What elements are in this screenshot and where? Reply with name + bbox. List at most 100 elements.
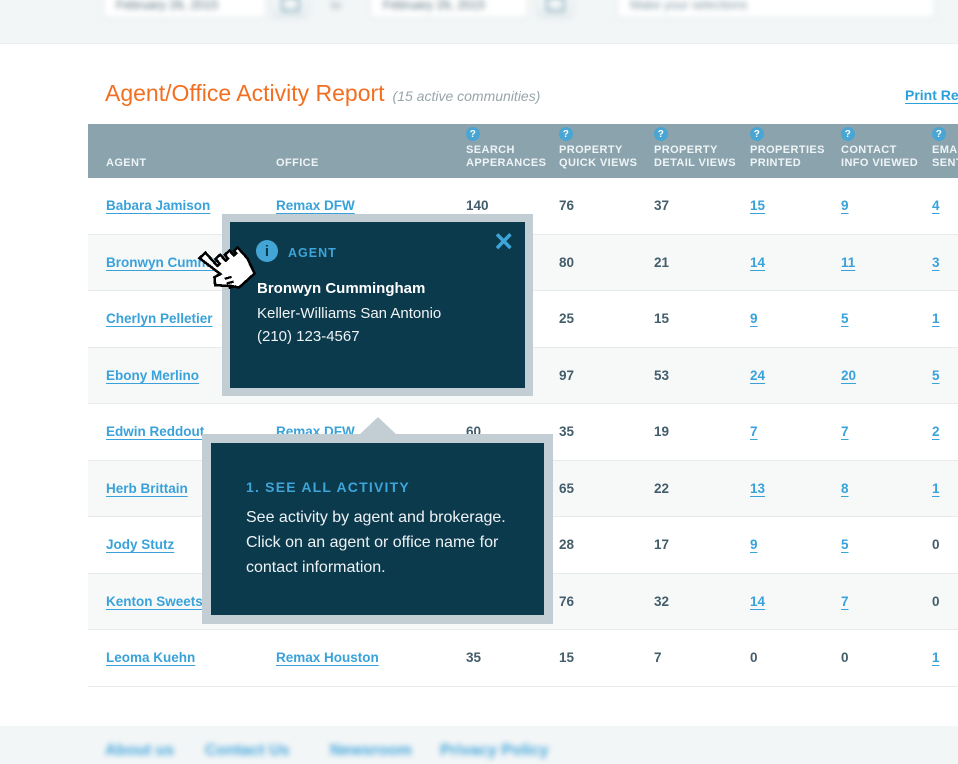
email-sent-link[interactable]: 2 (932, 424, 940, 439)
footer-link-privacy[interactable]: Privacy Policy (440, 742, 549, 760)
contact-viewed-link[interactable]: 5 (841, 537, 849, 552)
activity-report-page: February 26, 2015 to February 26, 2015 M… (0, 0, 958, 764)
agent-link[interactable]: Edwin Reddout (106, 424, 204, 439)
page-title: Agent/Office Activity Report(15 active c… (105, 80, 540, 107)
detail-views-value: 37 (654, 198, 669, 213)
contact-viewed-link[interactable]: 7 (841, 424, 849, 439)
date-filter-toolbar: February 26, 2015 to February 26, 2015 M… (0, 0, 958, 44)
quick-views-value: 76 (559, 594, 574, 609)
contact-viewed-link[interactable]: 5 (841, 311, 849, 326)
detail-views-value: 21 (654, 255, 669, 270)
footer-blur-group: About us Contact Us Newsroom Privacy Pol… (0, 726, 958, 764)
printed-link[interactable]: 14 (750, 594, 765, 609)
agent-link[interactable]: Herb Brittain (106, 481, 188, 496)
printed-link[interactable]: 13 (750, 481, 765, 496)
date-range-to-label: to (331, 0, 341, 12)
column-header-search-apperances: ?SEARCH APPERANCES (466, 124, 559, 178)
quick-views-value: 35 (559, 424, 574, 439)
footer-link-about[interactable]: About us (105, 742, 174, 760)
active-communities-subtitle: (15 active communities) (393, 88, 541, 104)
footer-link-contact[interactable]: Contact Us (205, 742, 289, 760)
table-row: Leoma Kuehn Remax Houston 35 15 7 0 0 1 (88, 630, 958, 687)
quick-views-value: 15 (559, 650, 574, 665)
search-apperances-value: 140 (466, 198, 489, 213)
close-icon[interactable]: × (494, 224, 513, 258)
contact-viewed-value: 0 (841, 650, 849, 665)
email-sent-value: 0 (932, 594, 940, 609)
detail-views-value: 32 (654, 594, 669, 609)
quick-views-value: 76 (559, 198, 574, 213)
contact-viewed-link[interactable]: 9 (841, 198, 849, 213)
agent-link[interactable]: Kenton Sweetser (106, 594, 216, 609)
help-icon[interactable]: ? (466, 127, 480, 141)
agent-link[interactable]: Leoma Kuehn (106, 650, 195, 665)
email-sent-link[interactable]: 5 (932, 368, 940, 383)
email-sent-link[interactable]: 1 (932, 481, 940, 496)
calendar-from-button[interactable] (272, 0, 308, 18)
print-report-link[interactable]: Print Report (905, 87, 958, 103)
tooltip-agent-phone: (210) 123-4567 (257, 328, 360, 345)
help-icon[interactable]: ? (841, 127, 855, 141)
agent-info-tooltip: i AGENT × Bronwyn Cummingham Keller-Will… (222, 214, 533, 396)
column-header-email-sent: ?EMAIL SENT (932, 124, 958, 178)
calendar-to-button[interactable] (537, 0, 573, 18)
detail-views-value: 53 (654, 368, 669, 383)
printed-link[interactable]: 15 (750, 198, 765, 213)
printed-link[interactable]: 9 (750, 537, 758, 552)
contact-viewed-link[interactable]: 11 (841, 255, 855, 270)
help-icon[interactable]: ? (654, 127, 668, 141)
printed-link[interactable]: 9 (750, 311, 758, 326)
agent-link[interactable]: Babara Jamison (106, 198, 210, 213)
quick-views-value: 65 (559, 481, 574, 496)
email-sent-link[interactable]: 3 (932, 255, 940, 270)
printed-link[interactable]: 7 (750, 424, 758, 439)
quick-views-value: 97 (559, 368, 574, 383)
column-header-office: OFFICE (276, 124, 466, 178)
detail-views-value: 19 (654, 424, 669, 439)
contact-viewed-link[interactable]: 8 (841, 481, 849, 496)
office-link[interactable]: Remax Houston (276, 650, 379, 665)
tooltip-arrow-up (359, 417, 397, 435)
footer-link-newsroom[interactable]: Newsroom (330, 742, 412, 760)
page-footer: About us Contact Us Newsroom Privacy Pol… (0, 726, 958, 764)
info-icon: i (256, 240, 278, 262)
table-header-row: AGENT OFFICE ?SEARCH APPERANCES ?PROPERT… (88, 124, 958, 178)
office-link[interactable]: Remax DFW (276, 198, 355, 213)
email-sent-link[interactable]: 1 (932, 650, 940, 665)
date-to-input[interactable]: February 26, 2015 (370, 0, 528, 18)
toolbar-blur-group: February 26, 2015 to February 26, 2015 M… (0, 0, 958, 43)
help-icon[interactable]: ? (932, 127, 946, 141)
hand-cursor-icon (197, 243, 253, 301)
agent-link[interactable]: Cherlyn Pelletier (106, 311, 213, 326)
column-header-agent: AGENT (88, 124, 276, 178)
detail-views-value: 17 (654, 537, 669, 552)
tooltip-agent-office: Keller-Williams San Antonio (257, 305, 441, 322)
quick-views-value: 28 (559, 537, 574, 552)
printed-link[interactable]: 24 (750, 368, 765, 383)
tooltip-text: See activity by agent and brokerage. Cli… (246, 505, 526, 580)
detail-views-value: 15 (654, 311, 669, 326)
selections-input[interactable]: Make your selections (617, 0, 935, 18)
see-all-activity-tooltip: 1. SEE ALL ACTIVITY See activity by agen… (202, 434, 553, 624)
date-from-input[interactable]: February 26, 2015 (103, 0, 266, 18)
email-sent-link[interactable]: 1 (932, 311, 940, 326)
printed-value: 0 (750, 650, 758, 665)
column-header-properties-printed: ?PROPERTIES PRINTED (750, 124, 841, 178)
column-header-contact-info-viewed: ?CONTACT INFO VIEWED (841, 124, 932, 178)
email-sent-link[interactable]: 4 (932, 198, 940, 213)
contact-viewed-link[interactable]: 7 (841, 594, 849, 609)
help-icon[interactable]: ? (750, 127, 764, 141)
agent-info-tooltip-body: i AGENT × Bronwyn Cummingham Keller-Will… (230, 222, 525, 388)
tooltip-agent-label: AGENT (288, 246, 337, 260)
help-icon[interactable]: ? (559, 127, 573, 141)
printed-link[interactable]: 14 (750, 255, 765, 270)
quick-views-value: 25 (559, 311, 574, 326)
calendar-icon (281, 0, 300, 12)
tooltip-title: 1. SEE ALL ACTIVITY (246, 479, 410, 495)
calendar-icon (546, 0, 565, 12)
tooltip-agent-name: Bronwyn Cummingham (257, 280, 425, 297)
agent-link[interactable]: Ebony Merlino (106, 368, 199, 383)
search-apperances-value: 35 (466, 650, 481, 665)
agent-link[interactable]: Jody Stutz (106, 537, 174, 552)
contact-viewed-link[interactable]: 20 (841, 368, 856, 383)
